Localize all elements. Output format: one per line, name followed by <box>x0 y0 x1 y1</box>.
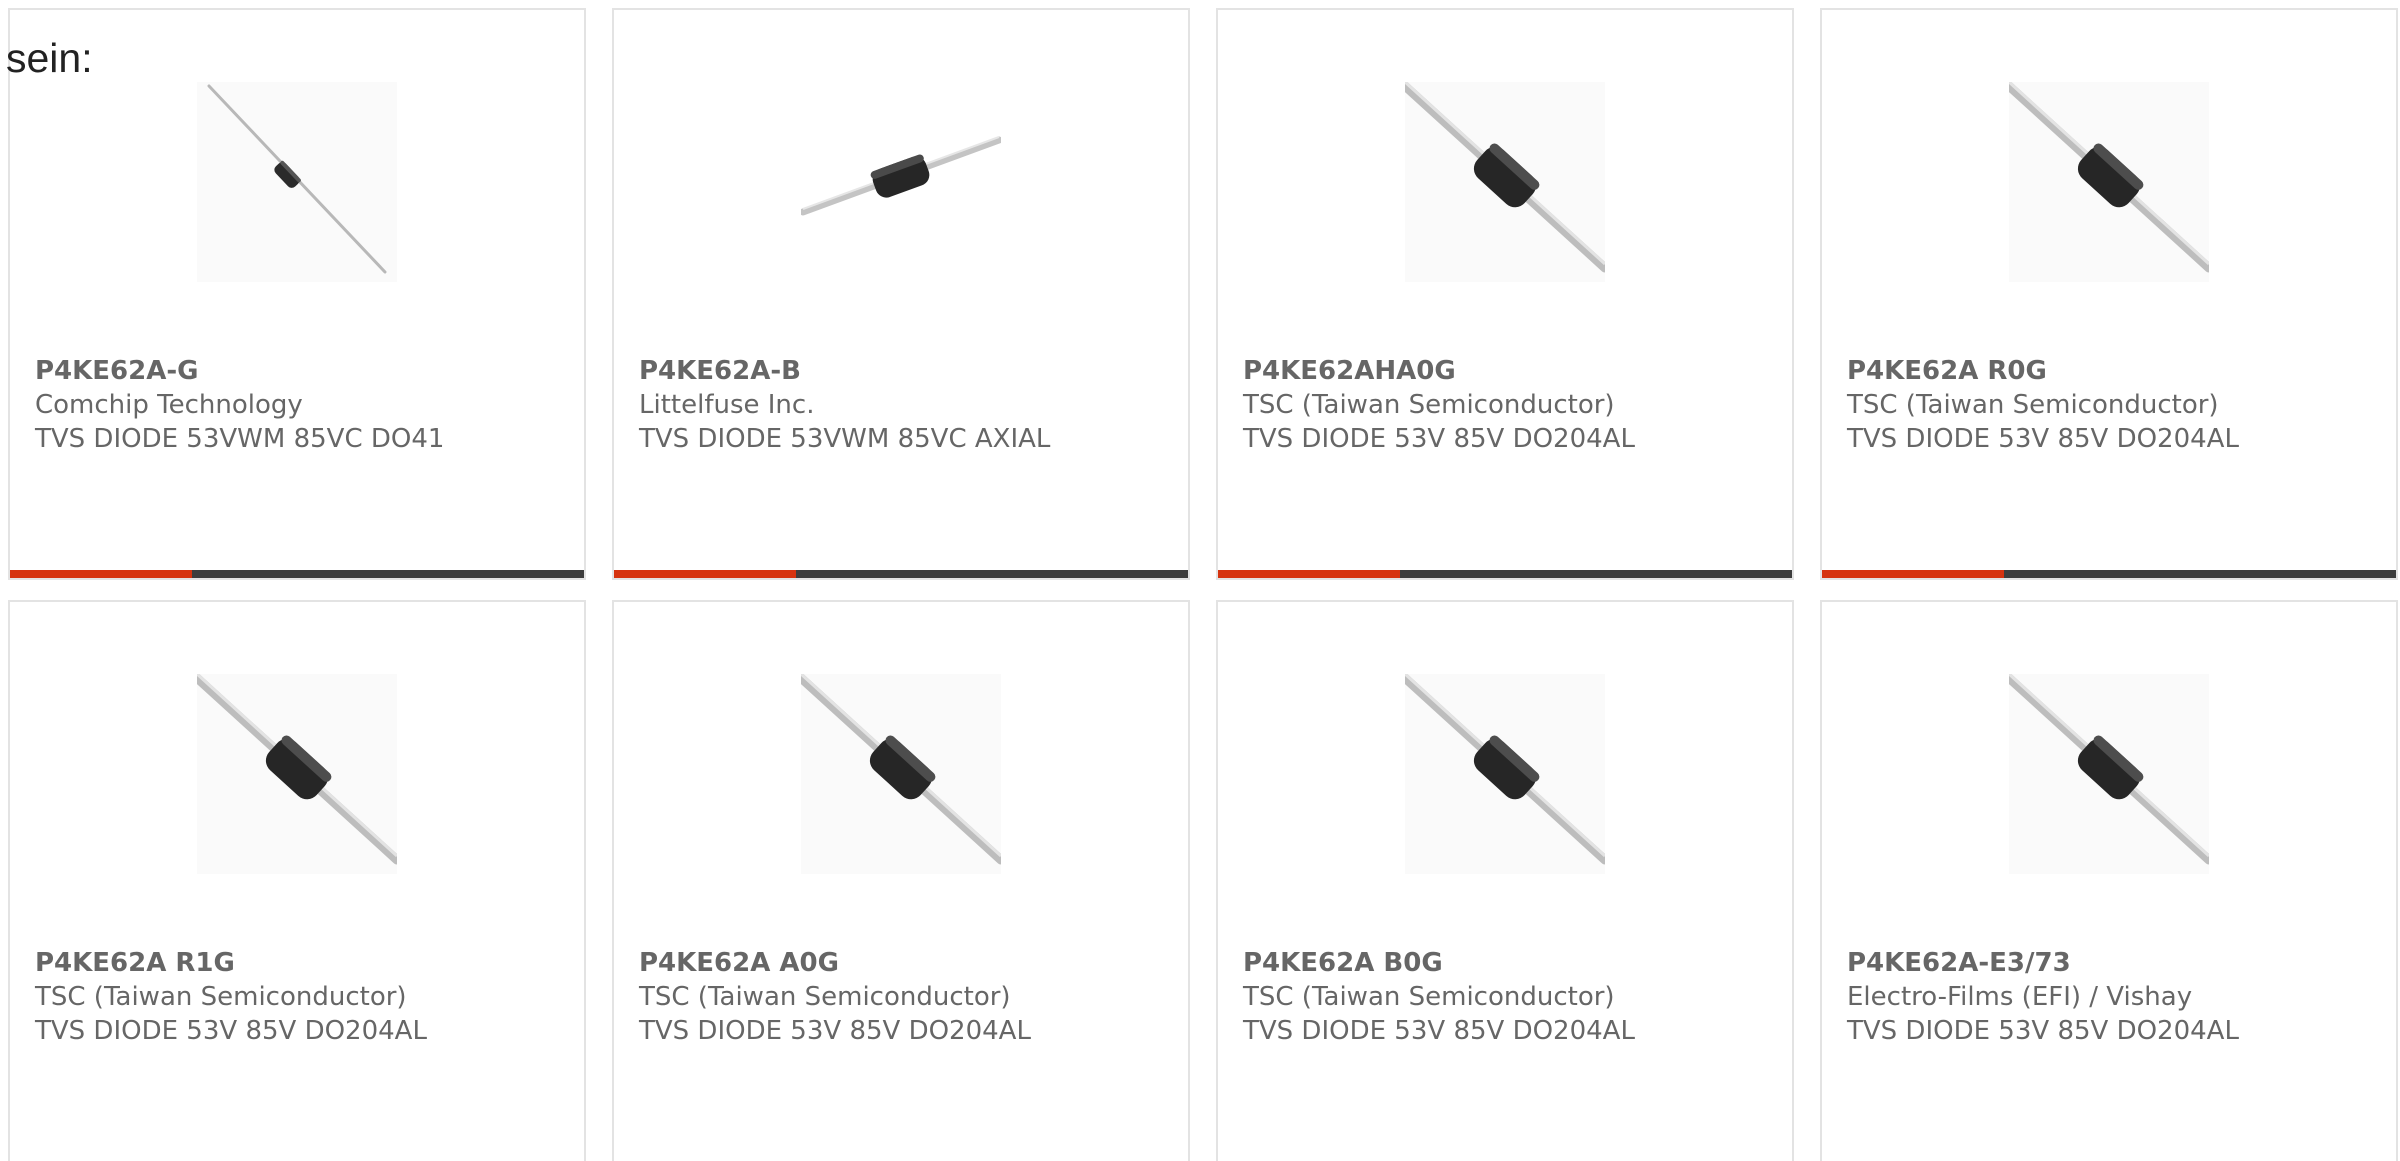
product-image[interactable] <box>1405 82 1605 282</box>
axial-diode-icon <box>2009 82 2209 282</box>
manufacturer: TSC (Taiwan Semiconductor) <box>1243 390 1615 420</box>
product-image[interactable] <box>2009 82 2209 282</box>
part-number[interactable]: P4KE62A R0G <box>1847 354 2386 388</box>
product-image[interactable] <box>2009 674 2209 874</box>
product-grid: P4KE62A-G Comchip Technology TVS DIODE 5… <box>8 8 2398 1161</box>
axial-diode-icon <box>2009 674 2209 874</box>
axial-diode-icon <box>1405 82 1605 282</box>
description: TVS DIODE 53VWM 85VC AXIAL <box>639 424 1051 454</box>
description: TVS DIODE 53VWM 85VC DO41 <box>35 424 445 454</box>
product-info: P4KE62A A0G TSC (Taiwan Semiconductor) T… <box>639 946 1178 1048</box>
manufacturer: Littelfuse Inc. <box>639 390 815 420</box>
product-card[interactable]: P4KE62AHA0G TSC (Taiwan Semiconductor) T… <box>1216 8 1794 580</box>
manufacturer: TSC (Taiwan Semiconductor) <box>35 982 407 1012</box>
product-card[interactable]: P4KE62A R1G TSC (Taiwan Semiconductor) T… <box>8 600 586 1161</box>
manufacturer: Comchip Technology <box>35 390 303 420</box>
description: TVS DIODE 53V 85V DO204AL <box>1243 1016 1635 1046</box>
product-image[interactable] <box>197 82 397 282</box>
product-card[interactable]: P4KE62A B0G TSC (Taiwan Semiconductor) T… <box>1216 600 1794 1161</box>
description: TVS DIODE 53V 85V DO204AL <box>1847 424 2239 454</box>
part-number[interactable]: P4KE62A R1G <box>35 946 574 980</box>
part-number[interactable]: P4KE62A-G <box>35 354 574 388</box>
product-info: P4KE62A-E3/73 Electro-Films (EFI) / Vish… <box>1847 946 2386 1048</box>
manufacturer: TSC (Taiwan Semiconductor) <box>1847 390 2219 420</box>
intro-text: sein: <box>6 35 93 81</box>
product-card[interactable]: P4KE62A A0G TSC (Taiwan Semiconductor) T… <box>612 600 1190 1161</box>
product-info: P4KE62A R0G TSC (Taiwan Semiconductor) T… <box>1847 354 2386 456</box>
card-accent-bar <box>614 570 1188 578</box>
part-number[interactable]: P4KE62AHA0G <box>1243 354 1782 388</box>
description: TVS DIODE 53V 85V DO204AL <box>639 1016 1031 1046</box>
product-card[interactable]: P4KE62A-B Littelfuse Inc. TVS DIODE 53VW… <box>612 8 1190 580</box>
axial-diode-icon <box>1405 674 1605 874</box>
part-number[interactable]: P4KE62A-E3/73 <box>1847 946 2386 980</box>
page: sein: P4KE62A-G Comchip Technology TVS D… <box>0 0 2400 1161</box>
axial-diode-icon <box>197 82 397 282</box>
manufacturer: TSC (Taiwan Semiconductor) <box>639 982 1011 1012</box>
product-info: P4KE62A R1G TSC (Taiwan Semiconductor) T… <box>35 946 574 1048</box>
product-card[interactable]: P4KE62A-G Comchip Technology TVS DIODE 5… <box>8 8 586 580</box>
axial-diode-icon <box>197 674 397 874</box>
product-card[interactable]: P4KE62A R0G TSC (Taiwan Semiconductor) T… <box>1820 8 2398 580</box>
part-number[interactable]: P4KE62A A0G <box>639 946 1178 980</box>
description: TVS DIODE 53V 85V DO204AL <box>35 1016 427 1046</box>
axial-diode-icon <box>801 674 1001 874</box>
product-image[interactable] <box>801 82 1001 282</box>
product-info: P4KE62A B0G TSC (Taiwan Semiconductor) T… <box>1243 946 1782 1048</box>
axial-diode-icon <box>801 82 1001 282</box>
product-image[interactable] <box>801 674 1001 874</box>
product-image[interactable] <box>1405 674 1605 874</box>
description: TVS DIODE 53V 85V DO204AL <box>1243 424 1635 454</box>
product-info: P4KE62A-B Littelfuse Inc. TVS DIODE 53VW… <box>639 354 1178 456</box>
card-accent-bar <box>1218 570 1792 578</box>
manufacturer: TSC (Taiwan Semiconductor) <box>1243 982 1615 1012</box>
product-info: P4KE62A-G Comchip Technology TVS DIODE 5… <box>35 354 574 456</box>
part-number[interactable]: P4KE62A B0G <box>1243 946 1782 980</box>
description: TVS DIODE 53V 85V DO204AL <box>1847 1016 2239 1046</box>
product-info: P4KE62AHA0G TSC (Taiwan Semiconductor) T… <box>1243 354 1782 456</box>
card-accent-bar <box>1822 570 2396 578</box>
manufacturer: Electro-Films (EFI) / Vishay <box>1847 982 2193 1012</box>
card-accent-bar <box>10 570 584 578</box>
product-card[interactable]: P4KE62A-E3/73 Electro-Films (EFI) / Vish… <box>1820 600 2398 1161</box>
product-image[interactable] <box>197 674 397 874</box>
part-number[interactable]: P4KE62A-B <box>639 354 1178 388</box>
